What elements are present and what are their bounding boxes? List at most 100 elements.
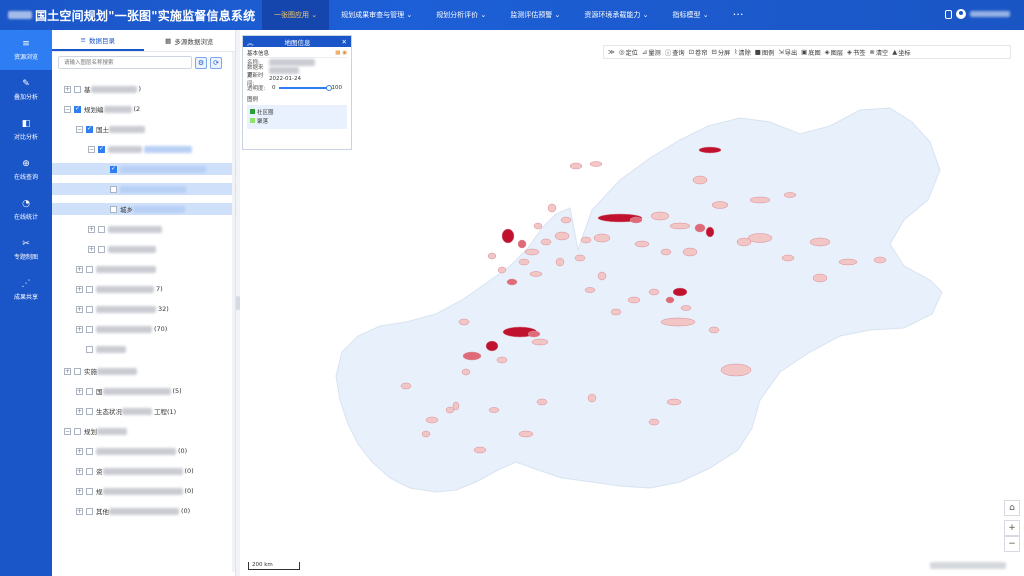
map-patch[interactable] (838, 258, 858, 266)
opacity-slider[interactable] (278, 85, 332, 91)
tree-checkbox[interactable] (98, 245, 105, 253)
tree-checkbox[interactable] (86, 265, 93, 273)
toolbar-10[interactable]: ◈ 书签 (847, 48, 865, 57)
search-icon[interactable]: ⚙ (195, 56, 207, 69)
map-patch[interactable] (517, 239, 527, 249)
map-patch[interactable] (527, 330, 541, 338)
tree-row[interactable]: + 国 (5) (52, 385, 236, 397)
map-patch[interactable] (672, 287, 688, 297)
toolbar-6[interactable]: ■ 图例 (755, 48, 775, 57)
map-patch[interactable] (587, 393, 597, 403)
more-menu-icon[interactable]: ··· (721, 0, 757, 30)
tree-expander-icon[interactable]: + (76, 447, 83, 455)
toolbar-9[interactable]: ◈ 图层 (825, 48, 843, 57)
tree-expander-icon[interactable]: − (76, 125, 83, 133)
tree-row[interactable]: +7) (52, 283, 236, 295)
toolbar-11[interactable]: ⊗ 清空 (869, 48, 888, 57)
tree-row[interactable]: − 国土 (52, 123, 236, 135)
map-patch[interactable] (574, 254, 586, 262)
info-action-icons[interactable]: ▦ ◉ (335, 50, 347, 56)
zoom-in-button[interactable]: + (1004, 520, 1020, 536)
tree-expander-icon[interactable]: + (76, 305, 83, 313)
map-patch[interactable] (736, 237, 752, 247)
nav-item-2[interactable]: 规划分析评价 ⌄ (424, 0, 498, 30)
tree-row[interactable]: − 规划 (52, 425, 236, 437)
tree-checkbox[interactable] (110, 205, 117, 213)
nav-item-0[interactable]: 一张图应用 ⌄ (262, 0, 330, 30)
map-patch[interactable] (540, 238, 552, 246)
tree-expander-icon[interactable]: − (64, 427, 71, 435)
rail-item-0[interactable]: ≡ 资源浏览 (0, 30, 52, 70)
toolbar-12[interactable]: ▲ 坐标 (892, 48, 910, 57)
nav-item-5[interactable]: 指标模型 ⌄ (660, 0, 720, 30)
toolbar-3[interactable]: ⊡ 卷帘 (689, 48, 708, 57)
tree-row[interactable]: + 其他 (0) (52, 505, 236, 517)
map-patch[interactable] (749, 196, 771, 204)
map-patch[interactable] (485, 340, 499, 352)
tree-checkbox[interactable] (86, 387, 93, 395)
tree-expander-icon[interactable]: + (64, 367, 71, 375)
tree-checkbox[interactable] (74, 427, 81, 435)
map-patch[interactable] (488, 407, 500, 413)
tree-row[interactable]: 城乡 (52, 203, 236, 215)
map-patch[interactable] (873, 256, 887, 264)
map-patch[interactable] (666, 398, 682, 406)
map-patch[interactable] (531, 338, 549, 346)
tree-row[interactable] (52, 183, 236, 195)
tree-row[interactable]: + (52, 243, 236, 255)
panel-scrollbar[interactable] (232, 52, 235, 572)
map-patch[interactable] (747, 233, 773, 243)
map-patch[interactable] (497, 266, 507, 274)
map-patch[interactable] (783, 192, 797, 198)
map-patch[interactable] (533, 222, 543, 230)
map-patch[interactable] (698, 146, 722, 154)
map-patch[interactable] (809, 237, 831, 247)
map-patch[interactable] (487, 252, 497, 260)
map-patch[interactable] (610, 308, 622, 316)
map-patch[interactable] (648, 418, 660, 426)
map-patch[interactable] (421, 430, 431, 438)
tree-expander-icon[interactable]: + (76, 285, 83, 293)
map-patch[interactable] (555, 257, 565, 267)
tree-expander-icon[interactable]: + (76, 467, 83, 475)
map-patch[interactable] (669, 222, 691, 230)
toolbar-collapse-icon[interactable]: ≫ (608, 48, 615, 56)
map-patch[interactable] (473, 446, 487, 454)
close-icon[interactable]: ✕ (342, 38, 347, 46)
toolbar-8[interactable]: ▣ 底图 (801, 48, 821, 57)
tree-row[interactable]: +32) (52, 303, 236, 315)
toolbar-4[interactable]: ⊟ 分屏 (711, 48, 730, 57)
map-patch[interactable] (629, 216, 643, 224)
tree-checkbox[interactable] (86, 447, 93, 455)
map-patch[interactable] (589, 161, 603, 167)
tree-expander-icon[interactable]: + (76, 325, 83, 333)
map-patch[interactable] (711, 201, 729, 209)
map-patch[interactable] (597, 271, 607, 281)
map-patch[interactable] (692, 175, 708, 185)
tree-checkbox[interactable] (86, 487, 93, 495)
tree-checkbox[interactable] (86, 125, 93, 133)
user-icon[interactable] (956, 9, 966, 19)
tab-0[interactable]: ≡ 数据目录 (52, 30, 144, 51)
map-patch[interactable] (580, 236, 592, 244)
opacity-slider-knob[interactable] (325, 85, 332, 91)
tree-row[interactable] (52, 163, 236, 175)
nav-item-3[interactable]: 监测评估预警 ⌄ (498, 0, 572, 30)
map-patch[interactable] (720, 363, 752, 377)
rail-item-4[interactable]: ◔ 在线统计 (0, 190, 52, 230)
map-patch[interactable] (524, 248, 540, 256)
map-patch[interactable] (560, 216, 572, 224)
tree-checkbox[interactable] (74, 85, 81, 93)
map-patch[interactable] (665, 296, 675, 304)
map-patch[interactable] (506, 278, 518, 286)
rail-item-5[interactable]: ✂ 专题制图 (0, 230, 52, 270)
map-patch[interactable] (518, 258, 530, 266)
rail-item-3[interactable]: ⊕ 在线查询 (0, 150, 52, 190)
map-patch[interactable] (650, 211, 670, 221)
map-patch[interactable] (400, 382, 412, 390)
tree-checkbox[interactable] (86, 325, 93, 333)
tree-row[interactable]: + 规 (0) (52, 485, 236, 497)
tree-row[interactable]: + (70) (52, 323, 236, 335)
tree-checkbox[interactable] (110, 185, 117, 193)
tree-row[interactable]: + (52, 223, 236, 235)
